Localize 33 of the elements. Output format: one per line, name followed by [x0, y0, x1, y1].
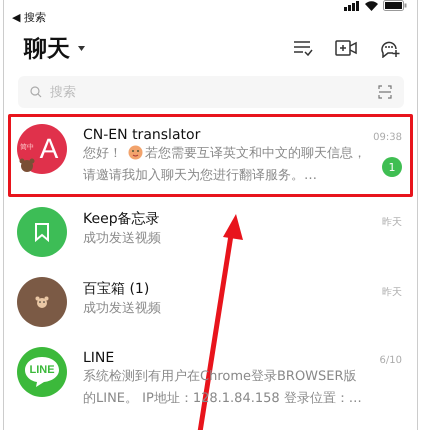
- emoji-icon: [128, 145, 144, 160]
- avatar-letter: A: [40, 133, 58, 165]
- search-field[interactable]: 搜索: [18, 76, 404, 108]
- caret-icon[interactable]: [78, 46, 85, 50]
- chat-list-item[interactable]: Keep备忘录 成功发送视频 昨天: [8, 197, 413, 267]
- page-title: 聊天: [24, 34, 70, 64]
- chat-time: 昨天: [382, 216, 402, 229]
- bookmark-icon: [34, 222, 50, 242]
- sort-list-icon[interactable]: [293, 40, 313, 56]
- chat-time: 6/10: [380, 355, 402, 366]
- battery-icon: [383, 0, 407, 11]
- chat-name: Keep备忘录: [83, 210, 161, 228]
- search-icon: [30, 86, 42, 98]
- wifi-icon: [365, 0, 378, 10]
- bear-icon: [35, 296, 49, 308]
- message-preview: 成功发送视频: [83, 230, 162, 248]
- unread-badge: 1: [382, 157, 402, 177]
- chat-time: 09:38: [373, 132, 402, 143]
- speech-bubble-icon: [23, 355, 61, 389]
- message-preview: 您好！ 若您需要互译英文和中文的聊天信息，请邀请我加入聊天为您进行翻译服务。…: [83, 144, 367, 185]
- chat-list-item[interactable]: 百宝箱 (1) 成功发送视频 昨天: [8, 267, 413, 337]
- chat-time: 昨天: [382, 286, 402, 299]
- search-input[interactable]: 搜索: [48, 84, 372, 100]
- signal-icon: [344, 0, 360, 10]
- logo-text: LINE: [29, 364, 55, 376]
- chat-name: 百宝箱 (1): [83, 280, 150, 298]
- video-call-icon[interactable]: [335, 40, 357, 56]
- message-preview: 成功发送视频: [83, 300, 162, 318]
- back-link[interactable]: ◀ 搜索: [12, 10, 46, 25]
- scan-icon[interactable]: [378, 85, 392, 99]
- chat-name: LINE: [83, 350, 116, 366]
- bear-icon: [19, 158, 35, 172]
- chat-name: CN-EN translator: [83, 127, 202, 143]
